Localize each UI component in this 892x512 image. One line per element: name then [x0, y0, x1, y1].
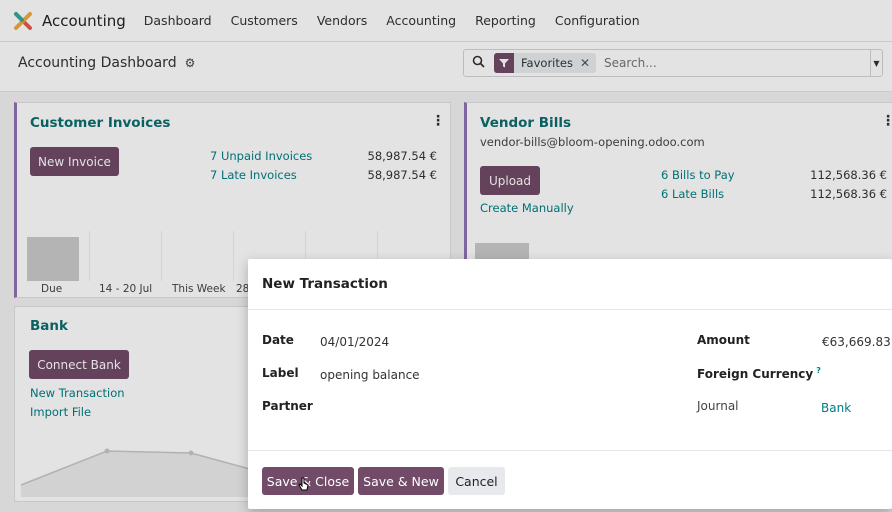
label-field[interactable]: opening balance	[320, 368, 420, 382]
modal-footer: Save & Close Save & New Cancel	[248, 450, 892, 509]
foreign-currency-label: Foreign Currency?	[697, 366, 821, 381]
partner-field[interactable]	[320, 397, 620, 417]
foreign-currency-field[interactable]	[822, 363, 882, 383]
date-label: Date	[262, 333, 294, 347]
help-icon[interactable]: ?	[816, 366, 821, 375]
pointer-cursor-icon	[298, 477, 310, 497]
amount-field[interactable]: €63,669.83	[822, 335, 891, 349]
cancel-button[interactable]: Cancel	[448, 467, 505, 495]
modal-header: New Transaction	[248, 259, 892, 310]
date-field[interactable]: 04/01/2024	[320, 335, 389, 349]
modal-title: New Transaction	[262, 276, 388, 292]
foreign-currency-text: Foreign Currency	[697, 367, 814, 381]
partner-label: Partner	[262, 399, 313, 413]
label-label: Label	[262, 366, 299, 380]
journal-field[interactable]: Bank	[821, 401, 851, 415]
new-transaction-dialog: New Transaction Date 04/01/2024 Label op…	[248, 259, 892, 509]
save-new-button[interactable]: Save & New	[358, 467, 444, 495]
journal-label: Journal	[697, 399, 739, 413]
amount-label: Amount	[697, 333, 750, 347]
